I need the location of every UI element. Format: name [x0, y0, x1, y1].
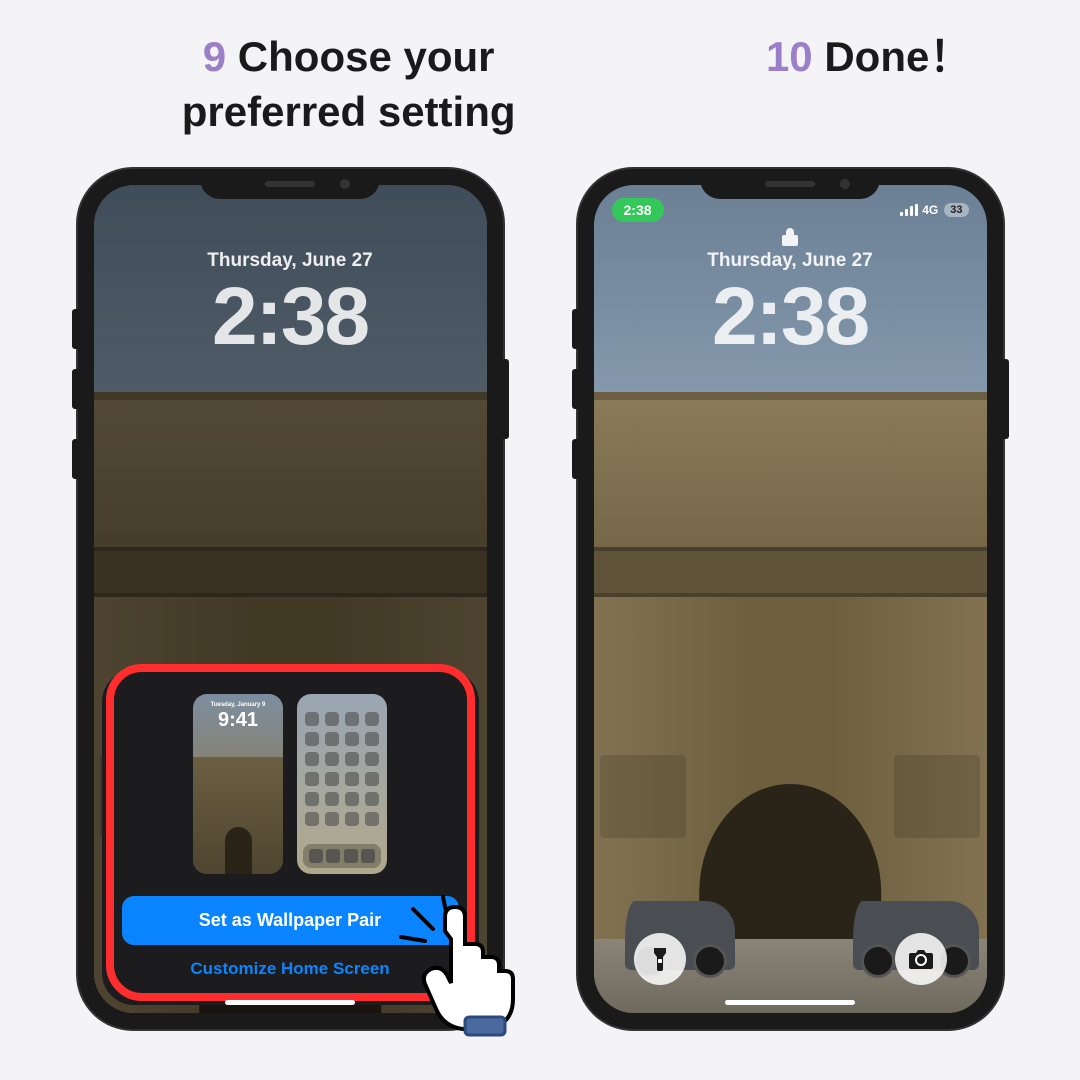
preview-pair: Tuesday, January 9 9:41 [122, 694, 459, 874]
home-screen-preview[interactable] [297, 694, 387, 874]
home-indicator[interactable] [725, 1000, 855, 1005]
phone-notch [200, 169, 380, 199]
home-indicator[interactable] [225, 1000, 355, 1005]
wallpaper-action-sheet: Tuesday, January 9 9:41 [102, 670, 479, 1005]
thumb-time: 9:41 [193, 709, 283, 732]
camera-button[interactable] [895, 933, 947, 985]
flashlight-button[interactable] [634, 933, 686, 985]
thumb-date: Tuesday, January 9 [193, 702, 283, 708]
phone-screen-10: 2:38 4G 33 Thursday, June 27 2:38 [594, 185, 987, 1013]
lock-date: Thursday, June 27 [94, 250, 487, 272]
home-dock [303, 844, 381, 868]
step-number-9: 9 [203, 33, 226, 80]
wallpaper-monument [594, 392, 987, 1013]
phone-step-10: 2:38 4G 33 Thursday, June 27 2:38 [578, 169, 1003, 1029]
status-time-pill[interactable]: 2:38 [612, 198, 664, 222]
customize-home-screen-link[interactable]: Customize Home Screen [122, 959, 459, 979]
lock-time: 2:38 [94, 270, 487, 364]
network-label: 4G [922, 203, 938, 217]
lock-screen-preview[interactable]: Tuesday, January 9 9:41 [193, 694, 283, 874]
phone-screen-9: Thursday, June 27 2:38 Tuesday, January … [94, 185, 487, 1013]
step-9-title: 9 Choose your preferred setting [109, 30, 589, 139]
lock-date: Thursday, June 27 [594, 250, 987, 272]
step-9-text: Choose your preferred setting [182, 33, 516, 135]
phone-notch [700, 169, 880, 199]
lock-icon [782, 227, 798, 247]
signal-icon [900, 204, 918, 216]
step-number-10: 10 [766, 33, 813, 80]
step-10-text: Done！ [824, 33, 971, 80]
battery-level: 33 [944, 203, 968, 217]
step-10-title: 10 Done！ [766, 30, 971, 139]
flashlight-icon [649, 946, 671, 972]
home-icon-grid [305, 712, 379, 826]
camera-icon [908, 948, 934, 970]
set-wallpaper-pair-button[interactable]: Set as Wallpaper Pair [122, 896, 459, 945]
phone-step-9: Thursday, June 27 2:38 Tuesday, January … [78, 169, 503, 1029]
lock-time: 2:38 [594, 270, 987, 364]
status-bar: 2:38 4G 33 [594, 195, 987, 225]
